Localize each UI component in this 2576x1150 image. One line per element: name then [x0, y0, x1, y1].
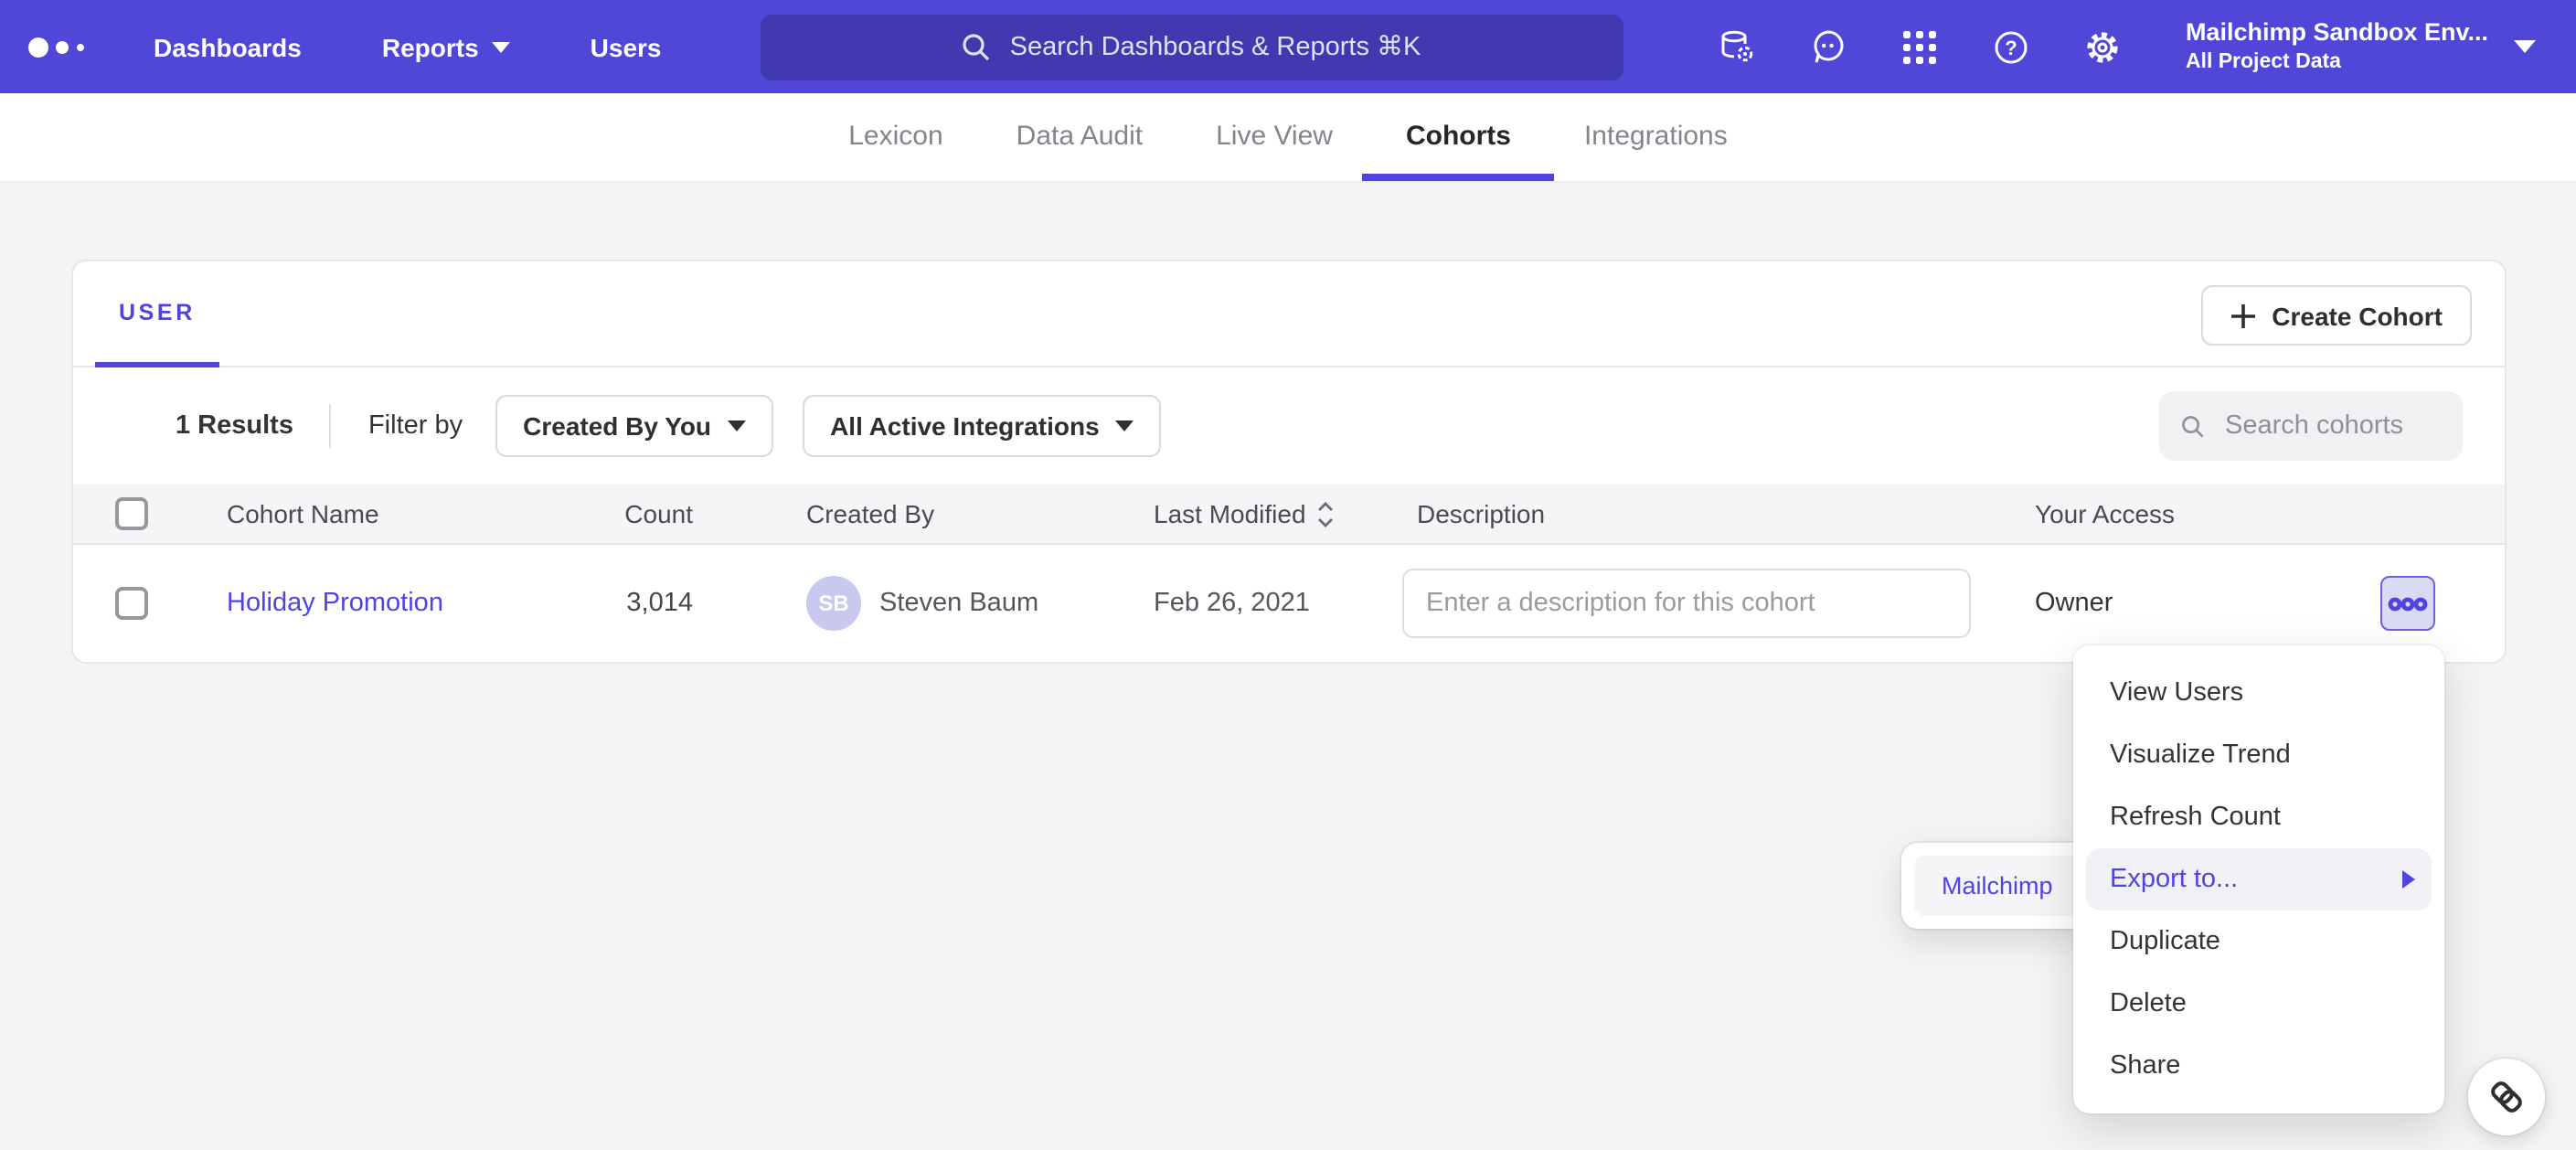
tab-live-view[interactable]: Live View — [1216, 121, 1333, 181]
tab-cohorts[interactable]: Cohorts — [1406, 121, 1511, 181]
tab-integrations[interactable]: Integrations — [1584, 121, 1728, 181]
tab-data-audit-label: Data Audit — [1017, 121, 1143, 152]
menu-item-export-to[interactable]: Export to... — [2086, 848, 2432, 910]
svg-text:?: ? — [2006, 36, 2017, 59]
cohort-count: 3,014 — [626, 589, 693, 618]
project-chevron-down-icon[interactable] — [2514, 40, 2536, 53]
export-submenu: Mailchimp — [1901, 843, 2093, 929]
header-description[interactable]: Description — [1417, 499, 2035, 528]
submenu-item-mailchimp[interactable]: Mailchimp — [1914, 856, 2081, 916]
cohort-search-box — [2159, 391, 2463, 461]
cohort-type-tabbar: USER Create Cohort — [73, 261, 2505, 367]
tab-live-view-label: Live View — [1216, 121, 1333, 152]
nav-reports-label: Reports — [382, 32, 479, 61]
menu-item-duplicate[interactable]: Duplicate — [2073, 910, 2444, 973]
chevron-down-icon — [1116, 421, 1134, 431]
project-selector[interactable]: Mailchimp Sandbox Env... All Project Dat… — [2186, 18, 2488, 76]
description-input[interactable] — [1402, 569, 1971, 638]
mixpanel-logo-icon[interactable] — [26, 32, 132, 61]
created-by-filter-dropdown[interactable]: Created By You — [495, 395, 773, 457]
integrations-filter-label: All Active Integrations — [830, 411, 1100, 441]
integrations-filter-dropdown[interactable]: All Active Integrations — [803, 395, 1162, 457]
select-all-checkbox[interactable] — [115, 497, 148, 530]
header-last-modified-label: Last Modified — [1154, 499, 1306, 528]
sort-icon[interactable] — [1317, 500, 1336, 527]
menu-item-view-users[interactable]: View Users — [2073, 662, 2444, 724]
filter-by-label: Filter by — [368, 411, 463, 441]
access-level: Owner — [2035, 589, 2113, 618]
nav-reports[interactable]: Reports — [382, 32, 510, 61]
menu-item-visualize-trend[interactable]: Visualize Trend — [2073, 724, 2444, 786]
cohorts-panel: USER Create Cohort 1 Results Filter by C… — [71, 260, 2507, 664]
chevron-down-icon — [492, 41, 510, 52]
create-cohort-label: Create Cohort — [2272, 301, 2443, 330]
menu-item-refresh-count[interactable]: Refresh Count — [2073, 786, 2444, 848]
cohort-search-input[interactable] — [2221, 410, 2441, 442]
tab-cohorts-label: Cohorts — [1406, 121, 1511, 152]
data-management-tabbar: Lexicon Data Audit Live View Cohorts Int… — [0, 93, 2576, 183]
header-last-modified[interactable]: Last Modified — [1154, 499, 1417, 528]
submenu-arrow-icon — [2402, 870, 2415, 889]
link-icon — [2486, 1077, 2527, 1117]
help-icon[interactable]: ? — [1992, 27, 2032, 67]
plus-icon — [2230, 303, 2255, 328]
tab-user-label: USER — [119, 299, 196, 325]
create-cohort-button[interactable]: Create Cohort — [2200, 285, 2472, 346]
header-created-by[interactable]: Created By — [806, 499, 1154, 528]
top-nav-links: Dashboards Reports Users — [154, 32, 662, 61]
nav-users[interactable]: Users — [591, 32, 662, 61]
tab-data-audit[interactable]: Data Audit — [1017, 121, 1143, 181]
tab-lexicon[interactable]: Lexicon — [848, 121, 942, 181]
avatar: SB — [806, 576, 861, 631]
search-icon — [963, 32, 992, 61]
global-search-placeholder: Search Dashboards & Reports ⌘K — [1010, 32, 1421, 61]
feedback-icon[interactable] — [1809, 27, 1849, 67]
row-more-actions-button[interactable] — [2380, 576, 2435, 631]
app-root: Dashboards Reports Users Search Dashboar… — [0, 0, 2576, 1150]
divider — [330, 404, 332, 448]
header-count[interactable]: Count — [574, 499, 693, 528]
chevron-down-icon — [728, 421, 746, 431]
tab-lexicon-label: Lexicon — [848, 121, 942, 152]
global-search-bar[interactable]: Search Dashboards & Reports ⌘K — [761, 14, 1623, 80]
header-cohort-name[interactable]: Cohort Name — [227, 499, 574, 528]
menu-item-delete[interactable]: Delete — [2073, 973, 2444, 1035]
created-by-name: Steven Baum — [879, 589, 1038, 618]
search-icon — [2181, 410, 2205, 442]
data-management-icon[interactable] — [1718, 27, 1758, 67]
filter-toolbar: 1 Results Filter by Created By You All A… — [73, 367, 2505, 484]
last-modified-date: Feb 26, 2021 — [1154, 589, 1310, 618]
nav-dashboards[interactable]: Dashboards — [154, 32, 302, 61]
results-count: 1 Results — [176, 411, 293, 441]
top-navigation-bar: Dashboards Reports Users Search Dashboar… — [0, 0, 2576, 93]
project-scope: All Project Data — [2186, 49, 2488, 76]
table-row: Holiday Promotion 3,014 SB Steven Baum F… — [73, 545, 2505, 662]
copy-link-fab[interactable] — [2468, 1059, 2545, 1135]
created-by-filter-label: Created By You — [523, 411, 711, 441]
header-your-access[interactable]: Your Access — [2035, 499, 2380, 528]
table-header: Cohort Name Count Created By Last Modifi… — [73, 484, 2505, 545]
tab-user-cohorts[interactable]: USER — [95, 261, 219, 367]
top-nav-icon-group: ? — [1718, 27, 2124, 67]
nav-dashboards-label: Dashboards — [154, 32, 302, 61]
ellipsis-icon — [2388, 595, 2428, 612]
cohort-context-menu: View Users Visualize Trend Refresh Count… — [2073, 645, 2444, 1113]
apps-grid-icon[interactable] — [1900, 27, 1941, 67]
row-checkbox[interactable] — [115, 587, 148, 620]
tab-integrations-label: Integrations — [1584, 121, 1728, 152]
menu-item-export-to-label: Export to... — [2110, 865, 2238, 894]
menu-item-share[interactable]: Share — [2073, 1035, 2444, 1097]
settings-gear-icon[interactable] — [2083, 27, 2124, 67]
project-name: Mailchimp Sandbox Env... — [2186, 18, 2488, 49]
cohort-name-link[interactable]: Holiday Promotion — [227, 589, 443, 618]
nav-users-label: Users — [591, 32, 662, 61]
